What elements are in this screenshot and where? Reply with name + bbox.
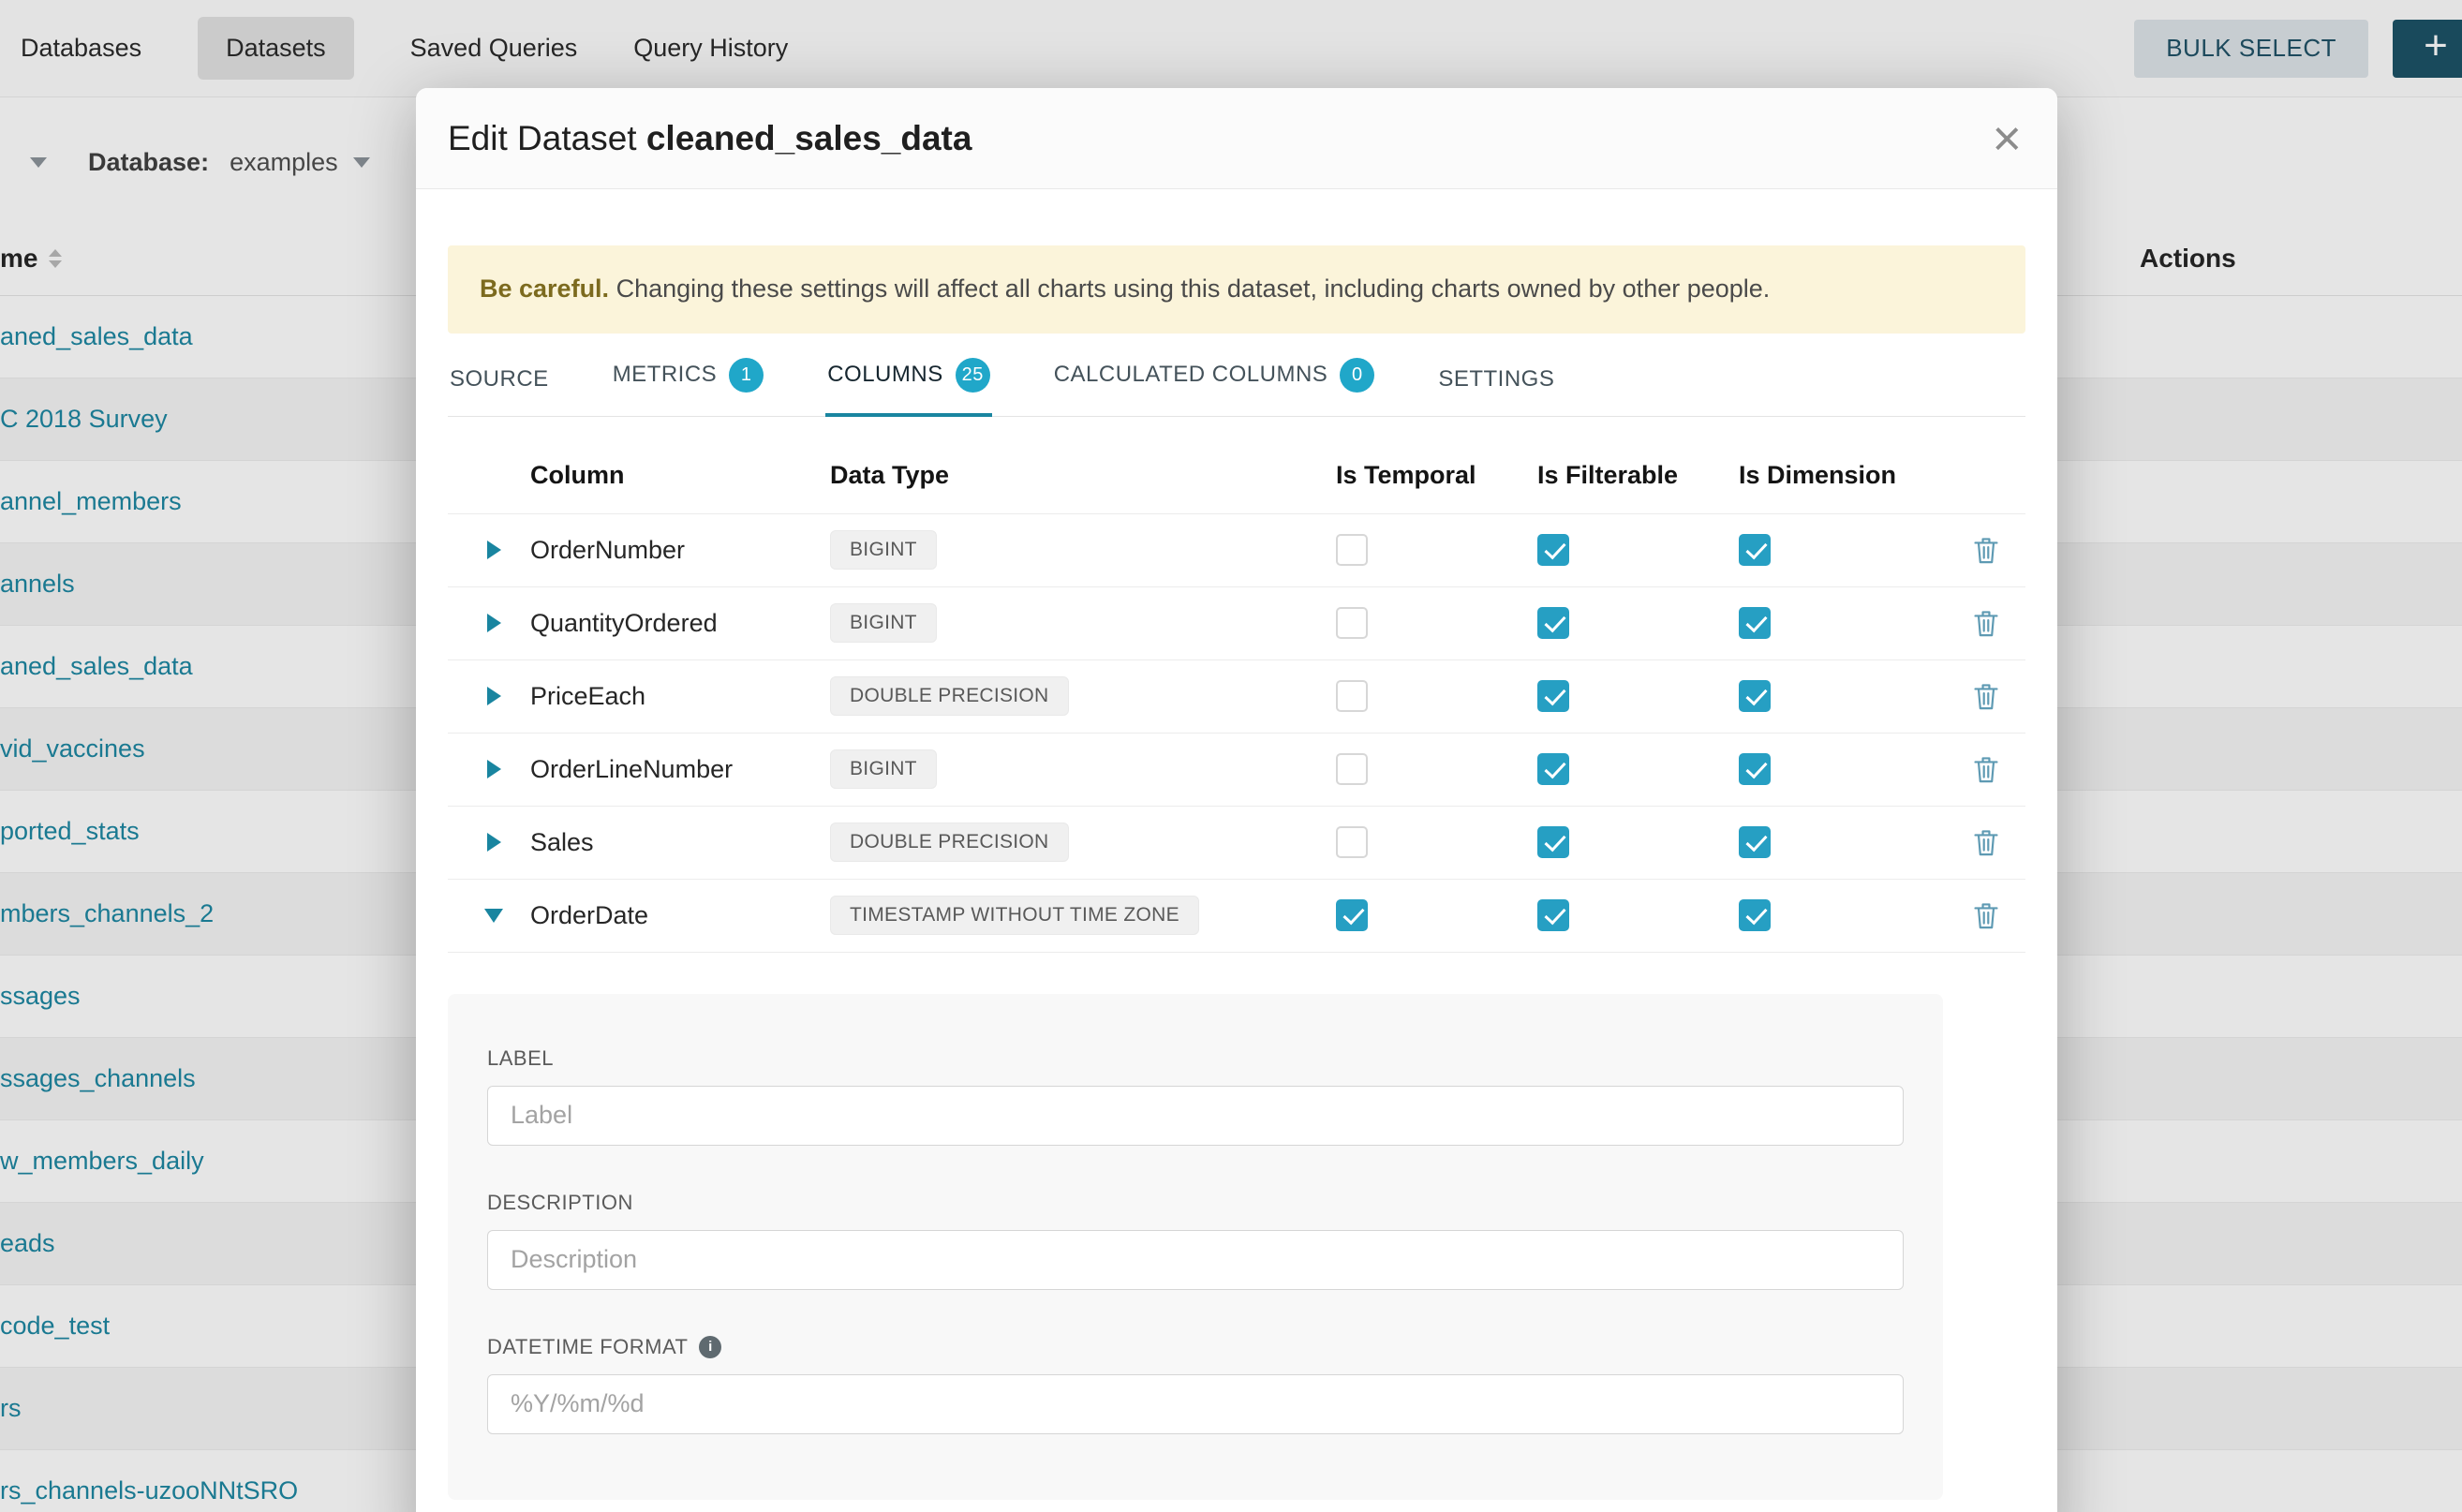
- datetime-format-field: DATETIME FORMAT i: [487, 1335, 1904, 1434]
- is-dimension-checkbox[interactable]: [1739, 826, 1771, 858]
- tab-metrics[interactable]: METRICS 1: [611, 358, 766, 417]
- is-temporal-checkbox[interactable]: [1336, 826, 1368, 858]
- column-name: OrderLineNumber: [523, 755, 823, 784]
- datetime-format-field-label: DATETIME FORMAT i: [487, 1335, 1904, 1359]
- column-name: OrderNumber: [523, 536, 823, 565]
- label-input[interactable]: [487, 1086, 1904, 1146]
- is-temporal-checkbox[interactable]: [1336, 607, 1368, 639]
- delete-icon[interactable]: [1973, 609, 1999, 638]
- delete-icon[interactable]: [1973, 682, 1999, 711]
- column-row: QuantityOrdered BIGINT: [448, 587, 2025, 660]
- column-detail-panel: LABEL DESCRIPTION DATETIME FORMAT i: [448, 994, 1943, 1500]
- data-type-pill: BIGINT: [830, 530, 937, 570]
- tab-settings[interactable]: SETTINGS: [1436, 366, 1556, 417]
- is-filterable-checkbox[interactable]: [1537, 534, 1569, 566]
- is-dimension-checkbox[interactable]: [1739, 753, 1771, 785]
- is-dimension-checkbox[interactable]: [1739, 899, 1771, 931]
- delete-icon[interactable]: [1973, 901, 1999, 930]
- column-row: OrderLineNumber BIGINT: [448, 734, 2025, 807]
- tab-calculated-columns[interactable]: CALCULATED COLUMNS 0: [1052, 358, 1377, 417]
- expand-caret-icon[interactable]: [484, 909, 503, 923]
- modal-title: Edit Dataset cleaned_sales_data: [448, 119, 971, 158]
- column-row: OrderDate TIMESTAMP WITHOUT TIME ZONE: [448, 880, 2025, 953]
- is-temporal-checkbox[interactable]: [1336, 680, 1368, 712]
- tab-badge: 1: [729, 358, 764, 393]
- header-column: Column: [523, 461, 823, 490]
- expand-caret-icon[interactable]: [487, 614, 501, 632]
- data-type-pill: DOUBLE PRECISION: [830, 676, 1069, 716]
- delete-icon[interactable]: [1973, 536, 1999, 565]
- header-is-temporal: Is Temporal: [1328, 461, 1530, 490]
- header-data-type: Data Type: [823, 461, 1328, 490]
- header-is-filterable: Is Filterable: [1530, 461, 1731, 490]
- header-is-dimension: Is Dimension: [1731, 461, 1947, 490]
- label-field: LABEL: [487, 1046, 1904, 1146]
- data-type-pill: BIGINT: [830, 603, 937, 643]
- delete-icon[interactable]: [1973, 828, 1999, 857]
- description-field: DESCRIPTION: [487, 1191, 1904, 1290]
- expand-caret-icon[interactable]: [487, 687, 501, 705]
- tab-label: SETTINGS: [1438, 366, 1554, 393]
- modal-title-prefix: Edit Dataset: [448, 119, 637, 157]
- description-field-label: DESCRIPTION: [487, 1191, 1904, 1215]
- label-field-label: LABEL: [487, 1046, 1904, 1071]
- is-filterable-checkbox[interactable]: [1537, 680, 1569, 712]
- modal-title-dataset-name: cleaned_sales_data: [646, 119, 972, 157]
- column-name: OrderDate: [523, 901, 823, 930]
- expand-caret-icon[interactable]: [487, 833, 501, 852]
- tab-label: SOURCE: [450, 366, 549, 393]
- column-row: Sales DOUBLE PRECISION: [448, 807, 2025, 880]
- modal-header: Edit Dataset cleaned_sales_data ×: [416, 88, 2057, 189]
- tab-badge: 0: [1340, 358, 1374, 393]
- is-temporal-checkbox[interactable]: [1336, 899, 1368, 931]
- warning-bold-text: Be careful.: [480, 274, 609, 303]
- is-dimension-checkbox[interactable]: [1739, 607, 1771, 639]
- tab-label: CALCULATED COLUMNS: [1054, 362, 1328, 388]
- data-type-pill: DOUBLE PRECISION: [830, 823, 1069, 862]
- column-name: Sales: [523, 828, 823, 857]
- is-temporal-checkbox[interactable]: [1336, 753, 1368, 785]
- columns-table-header: Column Data Type Is Temporal Is Filterab…: [448, 417, 2025, 514]
- data-type-pill: BIGINT: [830, 749, 937, 789]
- is-filterable-checkbox[interactable]: [1537, 753, 1569, 785]
- tab-columns[interactable]: COLUMNS 25: [825, 358, 992, 417]
- column-row: OrderNumber BIGINT: [448, 514, 2025, 587]
- column-row: PriceEach DOUBLE PRECISION: [448, 660, 2025, 734]
- modal-tabs: SOURCE METRICS 1 COLUMNS 25 CALCULATED C…: [448, 358, 2025, 417]
- tab-badge: 25: [956, 358, 990, 393]
- expand-caret-icon[interactable]: [487, 760, 501, 778]
- warning-banner: Be careful. Changing these settings will…: [448, 245, 2025, 334]
- data-type-pill: TIMESTAMP WITHOUT TIME ZONE: [830, 896, 1199, 935]
- is-filterable-checkbox[interactable]: [1537, 899, 1569, 931]
- edit-dataset-modal: Edit Dataset cleaned_sales_data × Be car…: [416, 88, 2057, 1512]
- expand-caret-icon[interactable]: [487, 541, 501, 559]
- tab-source[interactable]: SOURCE: [448, 366, 551, 417]
- is-filterable-checkbox[interactable]: [1537, 826, 1569, 858]
- delete-icon[interactable]: [1973, 755, 1999, 784]
- info-icon: i: [699, 1336, 721, 1358]
- modal-body: Be careful. Changing these settings will…: [416, 245, 2057, 1500]
- column-name: QuantityOrdered: [523, 609, 823, 638]
- is-dimension-checkbox[interactable]: [1739, 680, 1771, 712]
- screen: DatabasesDatasetsSaved QueriesQuery Hist…: [0, 0, 2462, 1512]
- column-name: PriceEach: [523, 682, 823, 711]
- is-temporal-checkbox[interactable]: [1336, 534, 1368, 566]
- columns-table: Column Data Type Is Temporal Is Filterab…: [448, 417, 2025, 953]
- is-filterable-checkbox[interactable]: [1537, 607, 1569, 639]
- warning-text: Changing these settings will affect all …: [609, 274, 1770, 303]
- description-input[interactable]: [487, 1230, 1904, 1290]
- is-dimension-checkbox[interactable]: [1739, 534, 1771, 566]
- close-icon[interactable]: ×: [1988, 113, 2025, 164]
- columns-rows: OrderNumber BIGINT QuantityOrdered BIGIN…: [448, 514, 2025, 953]
- tab-label: METRICS: [613, 362, 718, 388]
- datetime-format-input[interactable]: [487, 1374, 1904, 1434]
- tab-label: COLUMNS: [827, 362, 943, 388]
